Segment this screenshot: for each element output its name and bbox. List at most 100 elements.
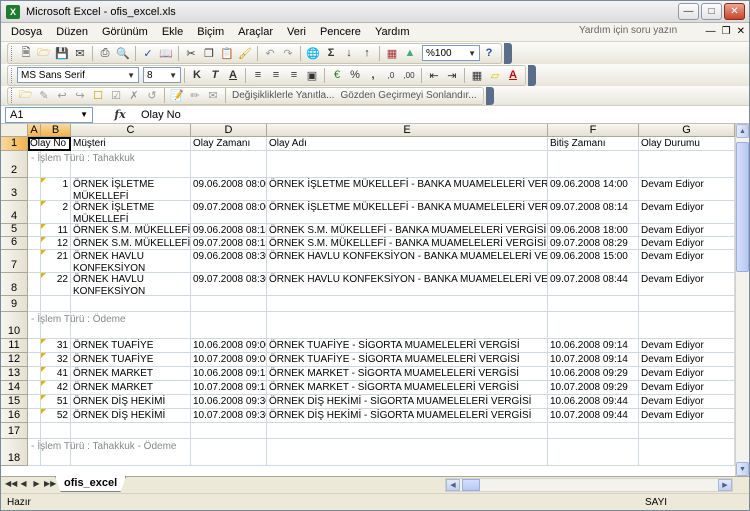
menu-bicim[interactable]: Biçim xyxy=(190,26,231,38)
cell[interactable] xyxy=(267,312,548,339)
cut-icon[interactable]: ✂ xyxy=(182,45,200,62)
folder-icon[interactable]: 🗁 xyxy=(17,87,35,104)
cell-olay-adi[interactable]: ÖRNEK HAVLU KONFEKSİYON - BANKA MUAMELEL… xyxy=(267,273,548,296)
ink-annotations-icon[interactable]: ✏ xyxy=(186,87,204,104)
cell-bitis-zamani[interactable]: 09.06.2008 15:00 xyxy=(548,250,639,273)
column-header-b[interactable]: B xyxy=(41,124,71,137)
cell-olay-durumu[interactable]: Devam Ediyor xyxy=(639,381,735,395)
row-header[interactable]: 6 xyxy=(1,236,28,250)
cell-olay-zamani[interactable]: 10.06.2008 09:00 xyxy=(191,339,267,353)
cell-olay-zamani[interactable]: 09.07.2008 08:30 xyxy=(191,273,267,296)
collapse-group-icon[interactable]: - xyxy=(31,441,34,452)
cell-musteri[interactable]: ÖRNEK İŞLETME MÜKELLEFİ xyxy=(71,201,191,224)
show-comment-icon[interactable]: ☐ xyxy=(89,87,107,104)
cell-olay-adi-header[interactable]: Olay Adı xyxy=(267,137,548,151)
cell-musteri[interactable]: ÖRNEK MARKET xyxy=(71,381,191,395)
row-header[interactable]: 14 xyxy=(1,381,28,395)
row-header[interactable]: 2 xyxy=(1,151,28,178)
cell-olay-adi[interactable]: ÖRNEK MARKET - SİGORTA MUAMELELERİ VERGİ… xyxy=(267,381,548,395)
format-painter-icon[interactable]: 🖌 xyxy=(236,45,254,62)
cell[interactable] xyxy=(191,151,267,178)
cell[interactable] xyxy=(548,439,639,466)
comma-style-icon[interactable]: , xyxy=(364,67,382,84)
cell[interactable] xyxy=(28,367,41,381)
row-header[interactable]: 11 xyxy=(1,339,28,353)
align-left-icon[interactable]: ≡ xyxy=(249,67,267,84)
cell-olay-durumu[interactable]: Devam Ediyor xyxy=(639,409,735,423)
horizontal-scroll-thumb[interactable] xyxy=(462,479,480,491)
copy-icon[interactable]: ❐ xyxy=(200,45,218,62)
open-folder-icon[interactable]: 🗁 xyxy=(35,45,53,62)
cell[interactable] xyxy=(28,237,41,250)
send-icon[interactable]: ✉ xyxy=(204,87,222,104)
zoom-combo[interactable]: %100 ▼ xyxy=(422,45,480,61)
row-header[interactable]: 12 xyxy=(1,353,28,367)
increase-decimal-icon[interactable]: ,0 xyxy=(382,67,400,84)
cell[interactable] xyxy=(639,151,735,178)
cell[interactable] xyxy=(28,381,41,395)
drawing-icon[interactable]: ▲ xyxy=(401,45,419,62)
row-header[interactable]: 7 xyxy=(1,250,28,273)
column-header-g[interactable]: G xyxy=(639,124,735,137)
decrease-indent-icon[interactable]: ⇤ xyxy=(425,67,443,84)
cell[interactable] xyxy=(548,151,639,178)
help-icon[interactable]: ? xyxy=(480,45,498,62)
cell-olay-zamani[interactable]: 10.07.2008 09:15 xyxy=(191,381,267,395)
cell-bitis-zamani[interactable]: 10.06.2008 09:29 xyxy=(548,367,639,381)
select-all-corner[interactable] xyxy=(1,124,28,137)
cell-olay-durumu[interactable]: Devam Ediyor xyxy=(639,250,735,273)
hyperlink-icon[interactable]: 🌐 xyxy=(304,45,322,62)
cell-olay-durumu[interactable]: Devam Ediyor xyxy=(639,224,735,237)
cell-olay-zamani[interactable]: 10.06.2008 09:15 xyxy=(191,367,267,381)
column-header-d[interactable]: D xyxy=(191,124,267,137)
row-header[interactable]: 10 xyxy=(1,312,28,339)
row-header[interactable]: 18 xyxy=(1,439,28,466)
column-header-c[interactable]: C xyxy=(71,124,191,137)
worksheet-grid[interactable]: ABCDEFG 1 Olay No Müşteri Olay Zamanı Olay A… xyxy=(1,124,735,476)
cell-bitis-zamani[interactable]: 10.06.2008 09:44 xyxy=(548,395,639,409)
insert-function-icon[interactable]: fx xyxy=(105,108,135,121)
cell[interactable] xyxy=(28,273,41,296)
collapse-group-icon[interactable]: - xyxy=(31,153,34,164)
currency-icon[interactable]: € xyxy=(328,67,346,84)
cell[interactable] xyxy=(28,201,41,224)
cell-olay-adi[interactable]: ÖRNEK TUAFİYE - SİGORTA MUAMELELERİ VERG… xyxy=(267,339,548,353)
cell-musteri[interactable]: ÖRNEK İŞLETME MÜKELLEFİ xyxy=(71,178,191,201)
horizontal-scrollbar[interactable]: ◀ ▶ xyxy=(445,478,733,492)
cell-musteri-header[interactable]: Müşteri xyxy=(71,137,191,151)
cell-bitis-zamani[interactable]: 09.07.2008 08:44 xyxy=(548,273,639,296)
cell-bitis-zamani[interactable]: 10.07.2008 09:14 xyxy=(548,353,639,367)
cell[interactable] xyxy=(28,224,41,237)
chart-wizard-icon[interactable]: ▦ xyxy=(383,45,401,62)
column-header-f[interactable]: F xyxy=(548,124,639,137)
cell[interactable] xyxy=(639,296,735,312)
paste-icon[interactable]: 📋 xyxy=(218,45,236,62)
cell-olay-zamani[interactable]: 10.07.2008 09:30 xyxy=(191,409,267,423)
new-document-icon[interactable]: 🗎 xyxy=(17,45,35,62)
cell-bitis-zamani[interactable]: 10.07.2008 09:29 xyxy=(548,381,639,395)
cell-olay-adi[interactable]: ÖRNEK İŞLETME MÜKELLEFİ - BANKA MUAMELEL… xyxy=(267,178,548,201)
row-header[interactable]: 1 xyxy=(1,137,28,151)
row-header[interactable]: 8 xyxy=(1,273,28,296)
cell-olay-zamani[interactable]: 10.07.2008 09:00 xyxy=(191,353,267,367)
cell-musteri[interactable]: ÖRNEK S.M. MÜKELLEFİ xyxy=(71,224,191,237)
print-icon[interactable]: ⎙ xyxy=(96,45,114,62)
formula-input[interactable]: Olay No xyxy=(141,109,181,121)
row-header[interactable]: 3 xyxy=(1,178,28,201)
cell-bitis-zamani[interactable]: 09.07.2008 08:14 xyxy=(548,201,639,224)
cell[interactable] xyxy=(267,151,548,178)
vertical-scrollbar[interactable]: ▲ ▼ xyxy=(735,124,749,476)
menu-yardim[interactable]: Yardım xyxy=(368,26,417,38)
font-size-combo[interactable]: 8 ▼ xyxy=(143,67,181,83)
reply-with-changes-button[interactable]: Değişikliklerle Yanıtla... xyxy=(229,90,337,101)
first-sheet-icon[interactable]: ◀◀ xyxy=(5,479,17,488)
merge-center-icon[interactable]: ▣ xyxy=(303,67,321,84)
cell[interactable] xyxy=(71,296,191,312)
help-search-input[interactable]: Yardım için soru yazın xyxy=(579,25,699,40)
cell-olay-zamani[interactable]: 10.06.2008 09:30 xyxy=(191,395,267,409)
decrease-decimal-icon[interactable]: ,00 xyxy=(400,67,418,84)
toolbar-options-chevron[interactable] xyxy=(504,42,512,64)
menu-araclar[interactable]: Araçlar xyxy=(231,26,280,38)
cell-musteri[interactable]: ÖRNEK MARKET xyxy=(71,367,191,381)
minimize-button[interactable]: — xyxy=(678,3,699,20)
